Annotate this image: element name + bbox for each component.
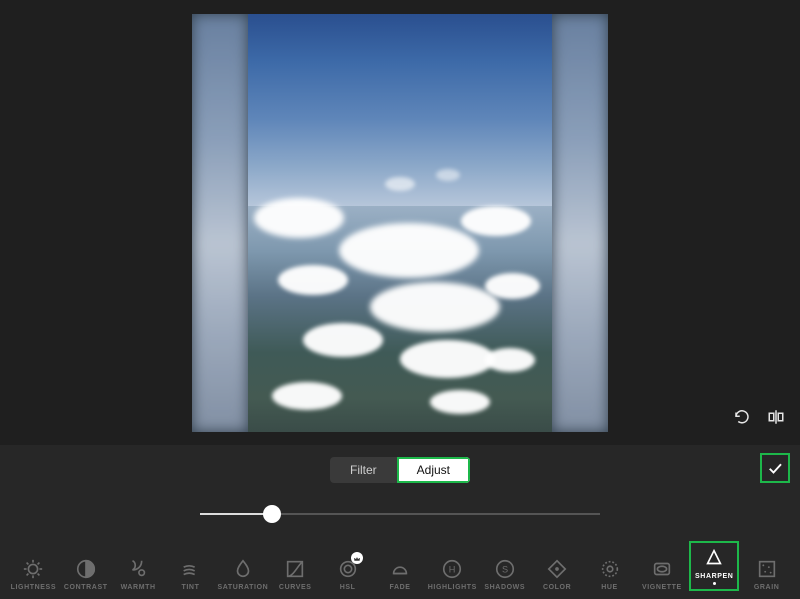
tool-saturation[interactable]: SATURATION bbox=[218, 558, 268, 591]
tool-label: TINT bbox=[182, 584, 200, 591]
tool-grain[interactable]: GRAIN bbox=[742, 558, 792, 591]
tool-label: VIGNETTE bbox=[642, 584, 682, 591]
tool-label: HSL bbox=[340, 584, 356, 591]
image-letterbox-right bbox=[552, 14, 608, 432]
tool-label: CONTRAST bbox=[64, 584, 108, 591]
tool-vignette[interactable]: VIGNETTE bbox=[637, 558, 687, 591]
check-icon bbox=[766, 459, 784, 477]
crown-icon bbox=[353, 554, 361, 562]
tool-hue[interactable]: HUE bbox=[585, 558, 635, 591]
active-dot bbox=[713, 582, 716, 585]
image-stage[interactable] bbox=[192, 14, 608, 432]
svg-text:H: H bbox=[449, 565, 456, 575]
mode-segmented: Filter Adjust bbox=[328, 455, 472, 485]
confirm-button[interactable] bbox=[760, 453, 790, 483]
undo-icon bbox=[733, 408, 751, 426]
slider-track-fill bbox=[200, 513, 272, 515]
contrast-icon bbox=[75, 558, 97, 580]
tool-sharpen[interactable]: SHARPEN bbox=[689, 541, 739, 591]
saturation-icon bbox=[232, 558, 254, 580]
tool-hsl[interactable]: HSL bbox=[323, 558, 373, 591]
filter-tab[interactable]: Filter bbox=[330, 457, 397, 483]
undo-button[interactable] bbox=[732, 407, 752, 427]
tool-label: CURVES bbox=[279, 584, 312, 591]
grain-icon bbox=[756, 558, 778, 580]
tool-lightness[interactable]: LIGHTNESS bbox=[8, 558, 58, 591]
tint-icon bbox=[180, 558, 202, 580]
curves-icon bbox=[284, 558, 306, 580]
color-icon bbox=[546, 558, 568, 580]
tool-color[interactable]: COLOR bbox=[532, 558, 582, 591]
tool-label: SATURATION bbox=[217, 584, 268, 591]
tool-fade[interactable]: FADE bbox=[375, 558, 425, 591]
lightness-icon bbox=[22, 558, 44, 580]
premium-badge bbox=[351, 552, 363, 564]
tool-label: SHARPEN bbox=[695, 573, 733, 580]
tool-label: WARMTH bbox=[121, 584, 156, 591]
controls-panel: Filter Adjust LIGHTNESS CONTRAST WARMTH TIN… bbox=[0, 445, 800, 599]
tool-label: SHADOWS bbox=[484, 584, 525, 591]
tool-warmth[interactable]: WARMTH bbox=[113, 558, 163, 591]
highlights-icon: H bbox=[441, 558, 463, 580]
canvas-actions bbox=[732, 407, 786, 427]
intensity-slider[interactable] bbox=[200, 505, 600, 523]
hue-icon bbox=[599, 558, 621, 580]
tool-shadows[interactable]: S SHADOWS bbox=[480, 558, 530, 591]
tools-row: LIGHTNESS CONTRAST WARMTH TINT SATURATION CUR… bbox=[0, 541, 800, 591]
tool-label: LIGHTNESS bbox=[11, 584, 56, 591]
tool-label: FADE bbox=[389, 584, 410, 591]
tool-label: GRAIN bbox=[754, 584, 780, 591]
canvas-area bbox=[0, 0, 800, 445]
svg-text:S: S bbox=[502, 565, 508, 575]
shadows-icon: S bbox=[494, 558, 516, 580]
tool-highlights[interactable]: H HIGHLIGHTS bbox=[427, 558, 477, 591]
sharpen-icon bbox=[703, 547, 725, 569]
slider-thumb[interactable] bbox=[263, 505, 281, 523]
warmth-icon bbox=[127, 558, 149, 580]
tool-label: COLOR bbox=[543, 584, 571, 591]
edited-photo bbox=[248, 14, 552, 432]
tool-contrast[interactable]: CONTRAST bbox=[61, 558, 111, 591]
fade-icon bbox=[389, 558, 411, 580]
compare-button[interactable] bbox=[766, 407, 786, 427]
adjust-tab[interactable]: Adjust bbox=[397, 457, 470, 483]
compare-icon bbox=[767, 408, 785, 426]
vignette-icon bbox=[651, 558, 673, 580]
tool-curves[interactable]: CURVES bbox=[270, 558, 320, 591]
tool-label: HIGHLIGHTS bbox=[428, 584, 477, 591]
tool-tint[interactable]: TINT bbox=[166, 558, 216, 591]
image-letterbox-left bbox=[192, 14, 248, 432]
tool-label: HUE bbox=[601, 584, 618, 591]
